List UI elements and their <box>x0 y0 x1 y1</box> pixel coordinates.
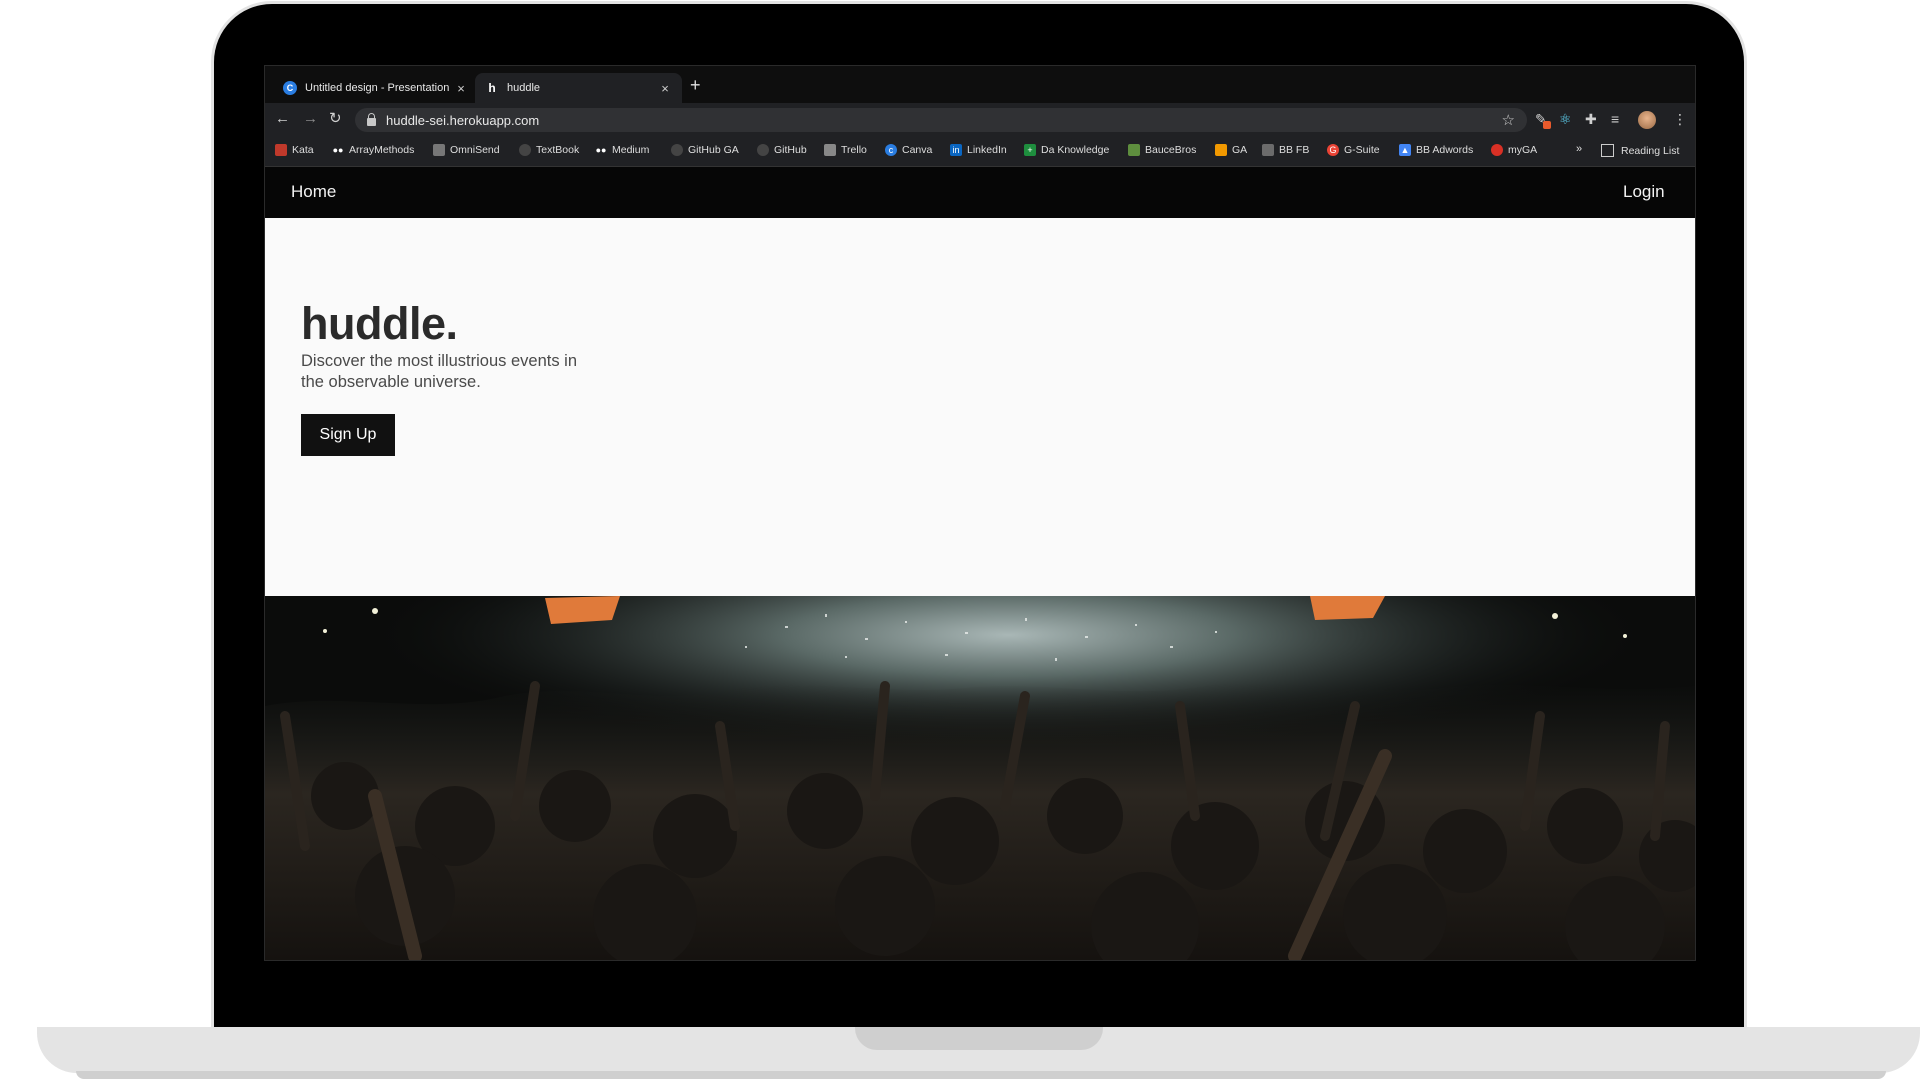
bookmark-label: Canva <box>902 144 933 156</box>
bookmarks-bar: Kata ●● ArrayMethods OmniSend TextBook ●●… <box>265 137 1695 167</box>
reading-list-icon[interactable]: ≡ <box>1611 111 1619 127</box>
bookmarks-overflow-icon[interactable]: » <box>1576 143 1582 155</box>
bookmark-medium[interactable]: ●● Medium <box>595 144 650 156</box>
github-icon <box>519 144 531 156</box>
concert-crowd-illustration <box>265 596 1695 960</box>
sign-up-button[interactable]: Sign Up <box>301 414 395 456</box>
bookmark-github-ga[interactable]: GitHub GA <box>671 144 739 156</box>
reading-list-icon <box>1601 144 1614 157</box>
bookmark-bb-fb[interactable]: BB FB <box>1262 144 1309 156</box>
github-icon <box>671 144 683 156</box>
bookmark-omnisend[interactable]: OmniSend <box>433 144 500 156</box>
bookmark-label: BauceBros <box>1145 144 1197 156</box>
bookmark-trello[interactable]: Trello <box>824 144 867 156</box>
bookmark-label: BB FB <box>1279 144 1310 156</box>
bookmark-label: GitHub GA <box>688 144 739 156</box>
close-icon[interactable]: × <box>454 81 468 96</box>
sheets-icon: + <box>1024 144 1036 156</box>
bookmark-baucebros[interactable]: BauceBros <box>1128 144 1196 156</box>
github-icon <box>757 144 769 156</box>
bookmark-label: BB Adwords <box>1416 144 1474 156</box>
lock-icon <box>367 113 376 126</box>
profile-avatar[interactable] <box>1638 111 1656 129</box>
adwords-icon: ▲ <box>1399 144 1411 156</box>
bookmark-arraymethods[interactable]: ●● ArrayMethods <box>332 144 415 156</box>
bookmark-textbook[interactable]: TextBook <box>519 144 579 156</box>
bookmark-kata[interactable]: Kata <box>275 144 314 156</box>
menu-kebab-icon[interactable]: ⋮ <box>1673 111 1687 127</box>
tab-huddle[interactable]: h huddle × <box>475 73 682 103</box>
google-icon: G <box>1327 144 1339 156</box>
bookmark-linkedin[interactable]: in LinkedIn <box>950 144 1007 156</box>
laptop-base-shadow <box>76 1071 1886 1079</box>
analytics-icon <box>1215 144 1227 156</box>
bookmark-g-suite[interactable]: G G-Suite <box>1327 144 1380 156</box>
bookmark-canva[interactable]: c Canva <box>885 144 932 156</box>
new-tab-icon[interactable]: + <box>690 75 701 96</box>
brand-title: huddle. <box>301 298 458 349</box>
bookmark-label: myGA <box>1508 144 1538 156</box>
omnisend-icon <box>433 144 445 156</box>
puzzle-extensions-icon[interactable]: ✚ <box>1585 111 1597 127</box>
kata-icon <box>275 144 287 156</box>
myga-icon <box>1491 144 1503 156</box>
bookmark-label: Da Knowledge <box>1041 144 1110 156</box>
huddle-h-icon: h <box>488 81 496 95</box>
shopify-icon <box>1128 144 1140 156</box>
login-link[interactable]: Login <box>1623 182 1665 202</box>
forward-arrow-icon[interactable]: → <box>303 111 318 127</box>
bookmark-label: Medium <box>612 144 650 156</box>
trello-icon <box>824 144 836 156</box>
browser-window: C Untitled design - Presentation × h hud… <box>264 65 1696 961</box>
concert-crowd-photo <box>265 596 1695 960</box>
bookmark-label: ArrayMethods <box>349 144 415 156</box>
reload-icon[interactable]: ↻ <box>329 111 342 127</box>
laptop-notch <box>855 1027 1103 1050</box>
bookmark-label: OmniSend <box>450 144 500 156</box>
close-icon[interactable]: × <box>658 81 672 96</box>
bookmark-ga[interactable]: GA <box>1215 144 1247 156</box>
canva-icon: C <box>283 81 297 95</box>
bookmark-bb-adwords[interactable]: ▲ BB Adwords <box>1399 144 1473 156</box>
hero-tagline: Discover the most illustrious events in … <box>301 352 578 391</box>
bookmark-label: Kata <box>292 144 314 156</box>
bookmark-github[interactable]: GitHub <box>757 144 807 156</box>
linkedin-icon: in <box>950 144 962 156</box>
home-link[interactable]: Home <box>291 182 336 202</box>
bookmark-myga[interactable]: myGA <box>1491 144 1537 156</box>
site-navbar: Home Login <box>265 167 1695 218</box>
medium-icon: ●● <box>595 145 607 155</box>
medium-icon: ●● <box>332 145 344 155</box>
react-devtools-icon[interactable]: ⚛ <box>1559 111 1572 127</box>
bookmark-label: GA <box>1232 144 1248 156</box>
extension-badge <box>1543 121 1551 129</box>
bookmark-label: LinkedIn <box>967 144 1007 156</box>
reading-list-label: Reading List <box>1621 144 1680 157</box>
bookmark-label: GitHub <box>774 144 807 156</box>
hero-section: huddle. Discover the most illustrious ev… <box>265 218 1695 596</box>
url-text: huddle-sei.herokuapp.com <box>386 112 540 128</box>
bookmark-label: G-Suite <box>1344 144 1380 156</box>
tab-strip: C Untitled design - Presentation × h hud… <box>265 66 1695 103</box>
star-icon[interactable]: ☆ <box>1502 111 1515 129</box>
back-arrow-icon[interactable]: ← <box>275 111 290 127</box>
reading-list-button[interactable]: Reading List <box>1601 144 1679 157</box>
bookmark-da-knowledge[interactable]: + Da Knowledge <box>1024 144 1109 156</box>
bookmark-label: TextBook <box>536 144 580 156</box>
browser-toolbar: ← → ↻ huddle-sei.herokuapp.com ☆ ✎ ⚛ ✚ ≡… <box>265 103 1695 137</box>
tab-untitled-design[interactable]: C Untitled design - Presentation × <box>273 73 478 103</box>
tab-title: huddle <box>507 82 541 94</box>
canva-icon: c <box>885 144 897 156</box>
bookmark-label: Trello <box>841 144 867 156</box>
tab-title: Untitled design - Presentation <box>305 82 450 94</box>
address-bar[interactable]: huddle-sei.herokuapp.com ☆ <box>355 108 1527 132</box>
fb-icon <box>1262 144 1274 156</box>
